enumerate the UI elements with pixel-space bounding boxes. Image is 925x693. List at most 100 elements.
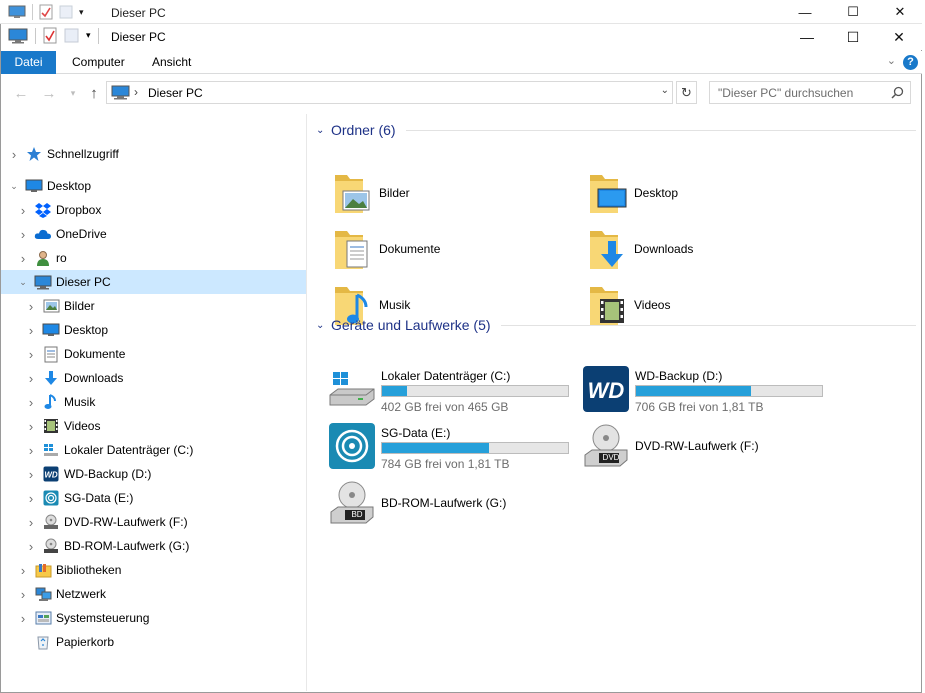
computer-icon (111, 85, 130, 100)
search-box[interactable] (709, 81, 911, 104)
minimize-button[interactable]: — (784, 24, 830, 50)
nav-item-bilder[interactable]: › Bilder (1, 294, 306, 318)
window-title: Dieser PC (111, 30, 166, 44)
properties-icon[interactable] (43, 27, 57, 44)
nav-item-dropbox[interactable]: › Dropbox (1, 198, 306, 222)
maximize-button[interactable]: ☐ (830, 24, 876, 50)
nav-item-videos[interactable]: › Videos (1, 414, 306, 438)
drives-group-header[interactable]: ⌄ Geräte und Laufwerke (5) (316, 315, 916, 335)
collapsed-chevron-icon[interactable]: › (18, 563, 28, 578)
drive-usage-bar (381, 385, 569, 397)
folder-tile-bilder[interactable]: Bilder (333, 171, 563, 217)
collapse-chevron-icon[interactable]: ⌄ (316, 125, 328, 136)
background-window-titlebar: ▾ Dieser PC — ☐ ✕ (0, 0, 925, 24)
collapsed-chevron-icon[interactable]: › (26, 443, 36, 458)
nav-item-ro[interactable]: › ro (1, 246, 306, 270)
nav-item-lokaler-datenträger-c[interactable]: › Lokaler Datenträger (C:) (1, 438, 306, 462)
folder-tile-dokumente[interactable]: Dokumente (333, 227, 563, 273)
drive-tile-sg-data-e[interactable]: SG-Data (E:) 784 GB frei von 1,81 TB (328, 422, 578, 474)
drive-usage-bar (635, 385, 823, 397)
folder-tile-downloads[interactable]: Downloads (588, 227, 818, 273)
drive-tile-dvd-rw-laufwerk-f[interactable]: DVD-RW-Laufwerk (F:) DVD (582, 422, 832, 474)
collapsed-chevron-icon[interactable]: › (26, 491, 36, 506)
collapsed-chevron-icon[interactable]: › (26, 467, 36, 482)
nav-item-bd-rom-laufwerk-g[interactable]: › BD-ROM-Laufwerk (G:) (1, 534, 306, 558)
drive-tile-bd-rom-laufwerk-g[interactable]: BD-ROM-Laufwerk (G:) BD (328, 479, 578, 531)
up-button[interactable]: ↑ (84, 83, 104, 103)
address-bar[interactable]: › Dieser PC ⌄ (106, 81, 673, 104)
nav-item-label: Desktop (64, 323, 109, 337)
expanded-chevron-icon[interactable]: ⌄ (18, 277, 28, 288)
tab-datei[interactable]: Datei (1, 51, 56, 74)
computer-icon[interactable] (8, 28, 28, 44)
wd-drive-icon: WD (582, 365, 630, 413)
tab-ansicht[interactable]: Ansicht (140, 51, 203, 74)
collapsed-chevron-icon[interactable]: › (26, 515, 36, 530)
expanded-chevron-icon[interactable]: ⌄ (9, 181, 19, 192)
nav-item-desktop[interactable]: › Desktop (1, 318, 306, 342)
background-maximize-button[interactable]: ☐ (830, 0, 876, 24)
drive-label: WD-Backup (D:) (635, 369, 723, 383)
collapsed-chevron-icon[interactable]: › (26, 299, 36, 314)
collapsed-chevron-icon[interactable]: › (9, 147, 19, 162)
folder-label: Downloads (634, 242, 694, 256)
collapsed-chevron-icon[interactable]: › (26, 371, 36, 386)
folders-group-header[interactable]: ⌄ Ordner (6) (316, 120, 916, 140)
collapsed-chevron-icon[interactable]: › (26, 323, 36, 338)
collapsed-chevron-icon[interactable]: › (18, 251, 28, 266)
titlebar: ▾ Dieser PC — ☐ ✕ (1, 24, 922, 50)
nav-item-label: WD-Backup (D:) (64, 467, 152, 481)
collapse-chevron-icon[interactable]: ⌄ (316, 320, 328, 331)
breadcrumb-separator-icon[interactable]: › (134, 85, 138, 99)
nav-item-desktop[interactable]: ⌄ Desktop (1, 174, 306, 198)
background-minimize-button[interactable]: — (782, 0, 828, 24)
nav-item-musik[interactable]: › Musik (1, 390, 306, 414)
nav-item-downloads[interactable]: › Downloads (1, 366, 306, 390)
collapsed-chevron-icon[interactable]: › (26, 395, 36, 410)
collapsed-chevron-icon[interactable]: › (26, 419, 36, 434)
collapsed-chevron-icon[interactable]: › (26, 539, 36, 554)
collapsed-chevron-icon[interactable]: › (26, 347, 36, 362)
nav-item-label: Downloads (64, 371, 124, 385)
drive-free-space: 706 GB frei von 1,81 TB (635, 400, 764, 414)
nav-item-dieser-pc[interactable]: ⌄ Dieser PC (1, 270, 306, 294)
close-button[interactable]: ✕ (876, 24, 922, 50)
search-input[interactable] (710, 82, 880, 103)
nav-item-label: Videos (64, 419, 101, 433)
background-close-button[interactable]: ✕ (877, 0, 923, 24)
collapsed-chevron-icon[interactable]: › (18, 587, 28, 602)
nav-item-onedrive[interactable]: › OneDrive (1, 222, 306, 246)
collapsed-chevron-icon[interactable]: › (18, 611, 28, 626)
nav-item-bibliotheken[interactable]: › Bibliotheken (1, 558, 306, 582)
bd-drive-icon (42, 538, 60, 554)
new-folder-icon[interactable] (64, 28, 79, 43)
collapsed-chevron-icon[interactable]: › (18, 227, 28, 242)
nav-item-schnellzugriff[interactable]: › Schnellzugriff (1, 142, 306, 166)
nav-item-sg-data-e[interactable]: › SG-Data (E:) (1, 486, 306, 510)
collapsed-chevron-icon[interactable]: › (18, 203, 28, 218)
back-button[interactable]: ← (11, 83, 31, 103)
drive-type-badge: DVD (602, 453, 620, 462)
drive-tile-wd-backup-d[interactable]: WD WD-Backup (D:) 706 GB frei von 1,81 T… (582, 365, 832, 417)
nav-item-wd-backup-d[interactable]: › WD WD-Backup (D:) (1, 462, 306, 486)
search-icon[interactable] (891, 86, 904, 99)
refresh-button[interactable]: ↻ (676, 81, 697, 104)
nav-item-label: Lokaler Datenträger (C:) (64, 443, 194, 457)
network-icon (34, 586, 52, 602)
help-button[interactable]: ? (903, 55, 918, 70)
recent-locations-dropdown-icon[interactable]: ▾ (63, 83, 83, 103)
nav-item-dvd-rw-laufwerk-f[interactable]: › DVD-RW-Laufwerk (F:) (1, 510, 306, 534)
customize-toolbar-dropdown-icon[interactable]: ▾ (86, 30, 91, 41)
nav-item-papierkorb[interactable]: Papierkorb (1, 630, 306, 654)
address-history-dropdown-icon[interactable]: ⌄ (661, 85, 669, 96)
drive-tile-lokaler-datenträger-c[interactable]: Lokaler Datenträger (C:) 402 GB frei von… (328, 365, 578, 417)
nav-item-systemsteuerung[interactable]: › Systemsteuerung (1, 606, 306, 630)
breadcrumb-dieser-pc[interactable]: Dieser PC (148, 86, 203, 100)
tab-computer[interactable]: Computer (60, 51, 137, 74)
drive-label: DVD-RW-Laufwerk (F:) (635, 439, 759, 453)
expand-ribbon-icon[interactable]: ⌄ (887, 54, 896, 67)
nav-item-netzwerk[interactable]: › Netzwerk (1, 582, 306, 606)
forward-button[interactable]: → (39, 83, 59, 103)
nav-item-dokumente[interactable]: › Dokumente (1, 342, 306, 366)
folder-tile-desktop[interactable]: Desktop (588, 171, 818, 217)
